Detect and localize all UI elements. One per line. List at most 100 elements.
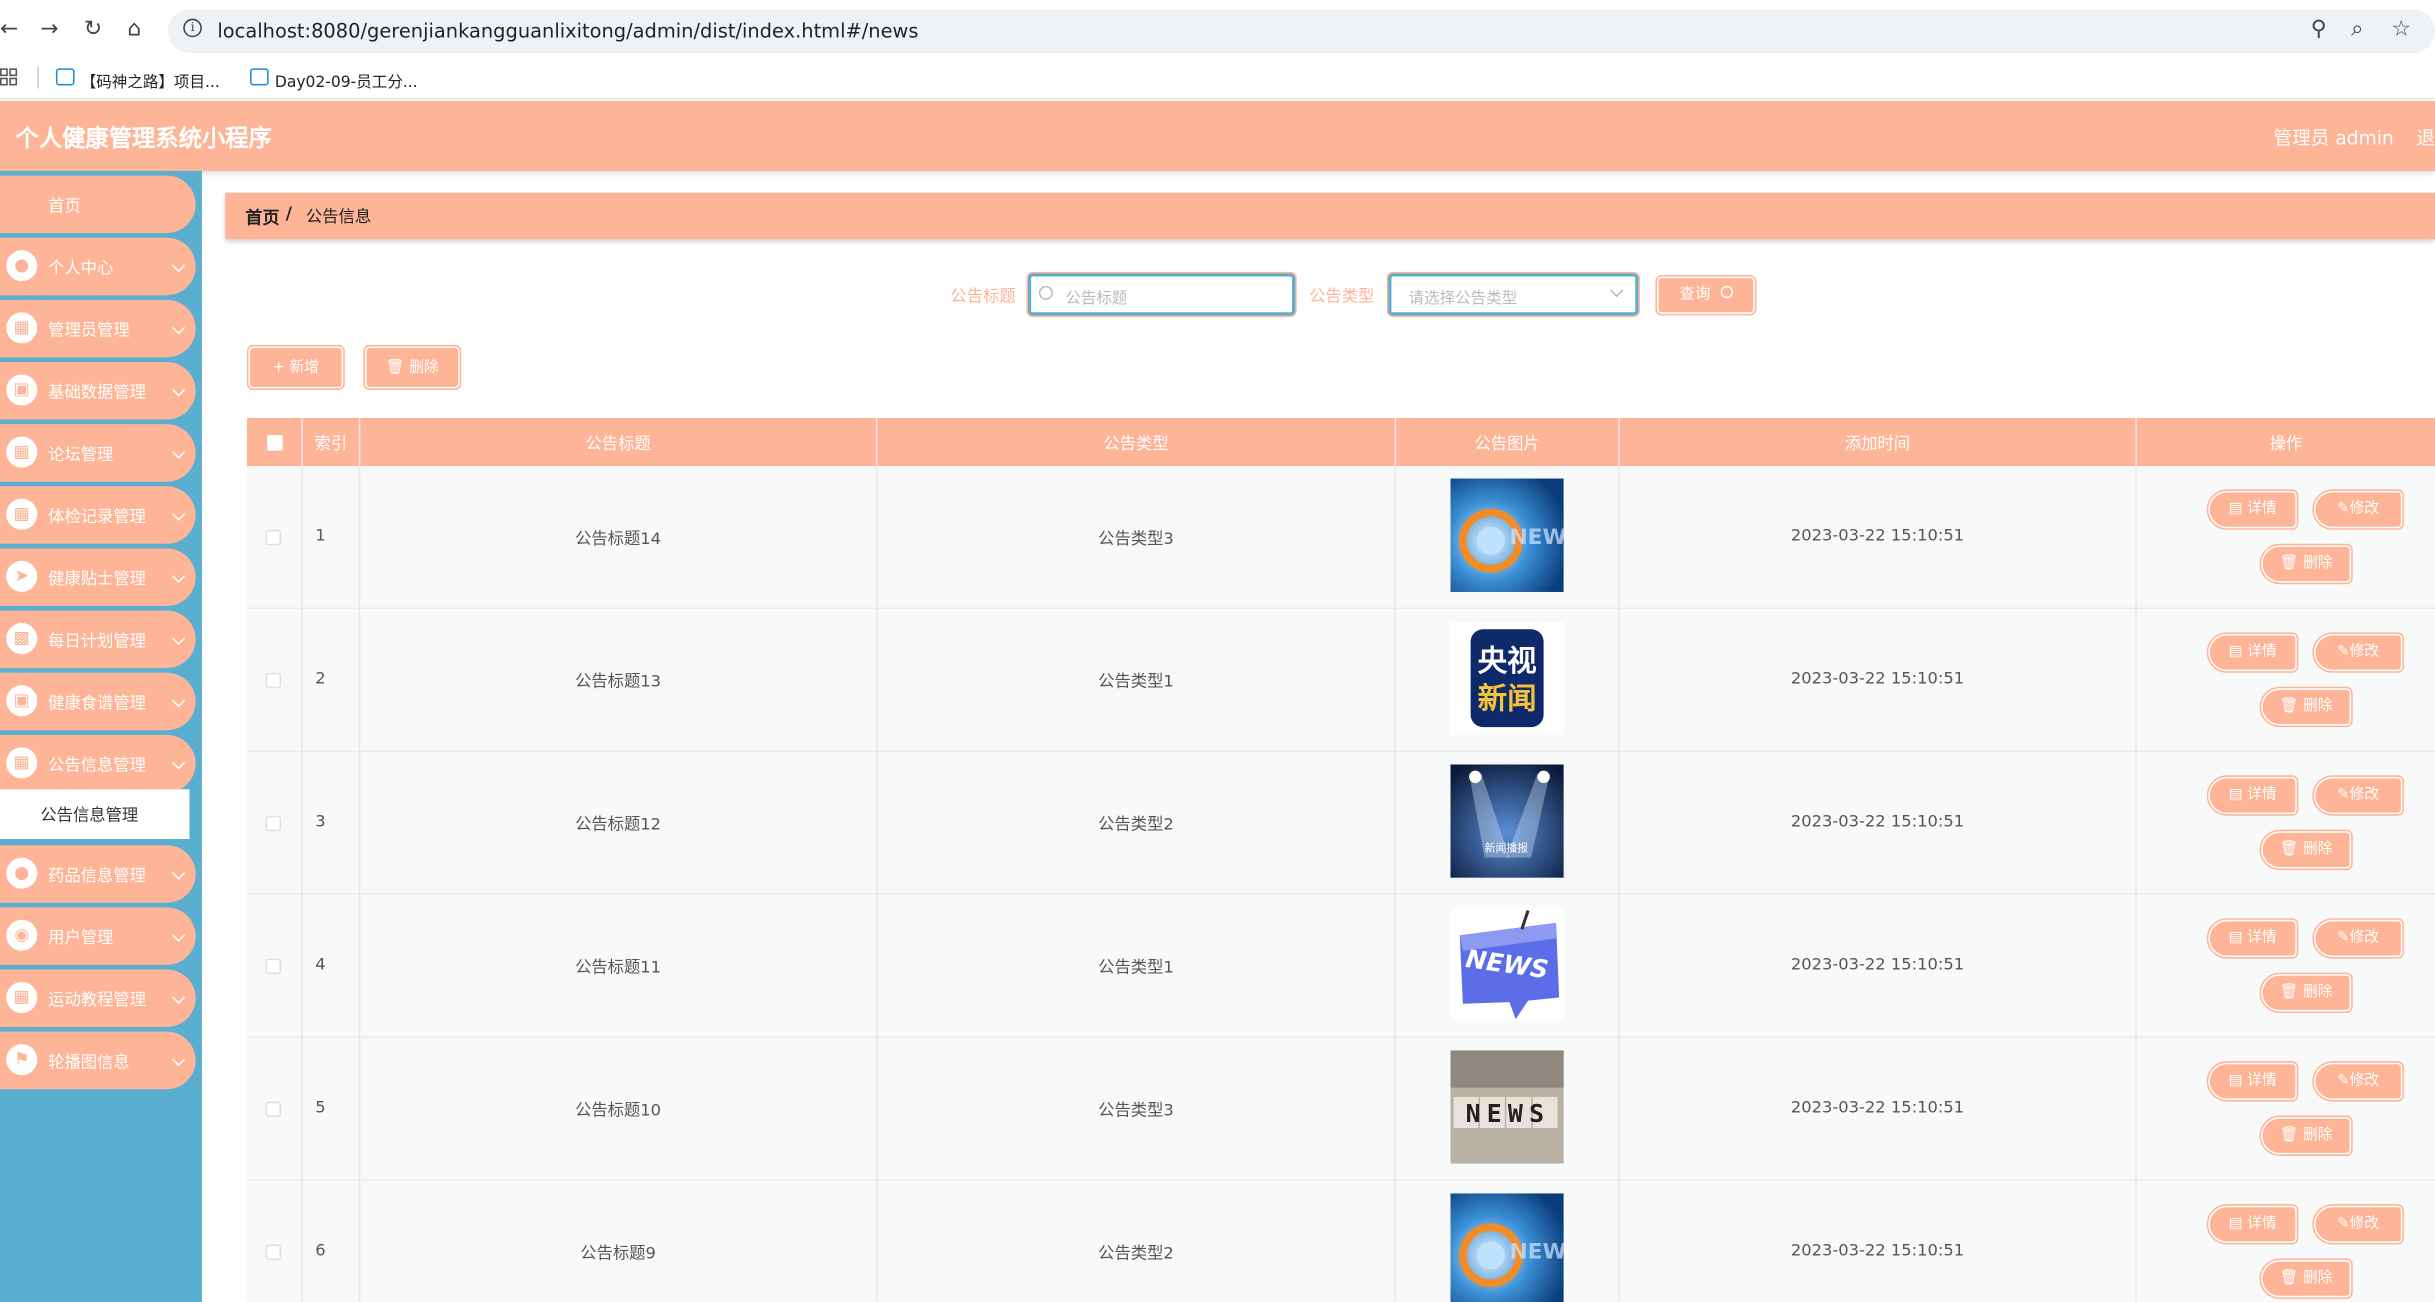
url-text[interactable]: localhost:8080/gerenjiankangguanlixitong… (217, 19, 918, 42)
logout-link[interactable]: 退 (2416, 124, 2435, 150)
row-image[interactable]: NEWS (1450, 907, 1564, 1021)
delete-button[interactable]: 🗑 删除 (2259, 829, 2353, 871)
forward-icon[interactable]: → (40, 17, 58, 42)
edit-label[interactable]: 修改 (2350, 786, 2380, 803)
edit-label[interactable]: 修改 (2350, 1215, 2380, 1232)
row-checkbox[interactable] (265, 1244, 282, 1261)
edit-button[interactable]: ✎修改 (2312, 632, 2404, 673)
edit-label[interactable]: 修改 (2350, 929, 2380, 946)
delete-label[interactable]: 删除 (2303, 1269, 2333, 1286)
sidebar-item-label[interactable]: 基础数据管理 (48, 381, 146, 404)
detail-button[interactable]: ▤ 详情 (2206, 1061, 2299, 1102)
batch-delete-label[interactable]: 删除 (409, 359, 439, 376)
detail-label[interactable]: 详情 (2247, 1215, 2277, 1232)
row-image[interactable]: NEWS (1450, 1193, 1564, 1302)
sidebar-item-basic-data[interactable]: ▣ 基础数据管理 (0, 362, 196, 420)
query-button[interactable]: 查询 (1655, 275, 1757, 316)
edit-button[interactable]: ✎修改 (2312, 918, 2404, 959)
type-select-placeholder[interactable]: 请选择公告类型 (1409, 284, 1518, 308)
row-checkbox[interactable] (265, 1101, 282, 1118)
sidebar-item-home[interactable]: 首页 (0, 175, 196, 234)
delete-label[interactable]: 删除 (2303, 983, 2333, 1000)
row-image[interactable]: 央视 新闻 (1450, 621, 1564, 735)
sidebar-item-label[interactable]: 健康食谱管理 (48, 691, 146, 714)
detail-button[interactable]: ▤ 详情 (2206, 632, 2299, 673)
reload-icon[interactable]: ↻ (84, 17, 102, 42)
row-image[interactable]: NEWS (1450, 1050, 1564, 1164)
row-checkbox[interactable] (265, 958, 282, 975)
sidebar-item-user-manage[interactable]: ◉ 用户管理 (0, 907, 196, 965)
back-icon[interactable]: ← (0, 17, 18, 42)
delete-button[interactable]: 🗑 删除 (2259, 543, 2353, 585)
breadcrumb-home[interactable]: 首页 (245, 205, 279, 230)
detail-button[interactable]: ▤ 详情 (2206, 918, 2299, 959)
bookmark-1[interactable]: 【码神之路】项目... (81, 68, 220, 92)
delete-label[interactable]: 删除 (2303, 555, 2333, 572)
delete-button[interactable]: 🗑 删除 (2259, 972, 2353, 1014)
sidebar-item-medicine-info[interactable]: ● 药品信息管理 (0, 845, 196, 903)
delete-label[interactable]: 删除 (2303, 698, 2333, 715)
edit-button[interactable]: ✎修改 (2312, 489, 2404, 530)
zoom-icon[interactable]: ⌕ (2351, 17, 2363, 42)
sidebar-item-label[interactable]: 管理员管理 (48, 319, 130, 342)
sidebar-item-label[interactable]: 每日计划管理 (48, 629, 146, 652)
sidebar-item-notice-info[interactable]: ▦ 公告信息管理 (0, 734, 196, 793)
apps-grid-icon[interactable] (0, 68, 19, 87)
sidebar-item-health-tips[interactable]: ➤ 健康贴士管理 (0, 548, 196, 606)
row-checkbox[interactable] (265, 672, 282, 689)
admin-manage-icon: ▦ (6, 312, 38, 344)
delete-label[interactable]: 删除 (2303, 841, 2333, 858)
select-all-checkbox[interactable] (267, 435, 283, 451)
home-icon[interactable]: ⌂ (127, 17, 141, 42)
bookmark-star-icon[interactable]: ☆ (2392, 17, 2412, 42)
edit-button[interactable]: ✎修改 (2312, 1204, 2404, 1245)
sidebar-item-label[interactable]: 轮播图信息 (48, 1050, 130, 1073)
edit-label[interactable]: 修改 (2350, 1072, 2380, 1089)
edit-label[interactable]: 修改 (2350, 643, 2380, 660)
sidebar-item-label[interactable]: 药品信息管理 (48, 864, 146, 887)
site-info-icon[interactable]: i (183, 18, 202, 38)
edit-button[interactable]: ✎修改 (2312, 1061, 2404, 1102)
sidebar-item-exercise-tutorial[interactable]: ▦ 运动教程管理 (0, 969, 196, 1027)
detail-label[interactable]: 详情 (2247, 643, 2277, 660)
add-button[interactable]: + 新增 (246, 344, 345, 390)
sidebar-item-daily-plan[interactable]: ▩ 每日计划管理 (0, 610, 196, 669)
sidebar-item-personal-center[interactable]: ● 个人中心 (0, 237, 196, 296)
delete-button[interactable]: 🗑 删除 (2259, 686, 2353, 728)
detail-label[interactable]: 详情 (2247, 500, 2277, 517)
batch-delete-button[interactable]: 🗑 删除 (363, 344, 462, 390)
sidebar-item-health-recipe[interactable]: ▣ 健康食谱管理 (0, 672, 196, 731)
delete-label[interactable]: 删除 (2303, 1126, 2333, 1143)
sidebar-item-label[interactable]: 健康贴士管理 (48, 567, 146, 590)
sidebar-item-exam-record[interactable]: ▦ 体检记录管理 (0, 486, 196, 544)
sidebar-item-label[interactable]: 公告信息管理 (48, 754, 146, 777)
bookmark-2[interactable]: Day02-09-员工分... (275, 68, 418, 92)
detail-label[interactable]: 详情 (2247, 929, 2277, 946)
row-checkbox[interactable] (265, 815, 282, 832)
query-label[interactable]: 查询 (1679, 286, 1710, 303)
row-checkbox[interactable] (265, 529, 282, 546)
sidebar-subitem-label[interactable]: 公告信息管理 (40, 803, 138, 826)
delete-button[interactable]: 🗑 删除 (2259, 1258, 2353, 1299)
detail-label[interactable]: 详情 (2247, 1072, 2277, 1089)
title-search-placeholder[interactable]: 公告标题 (1065, 284, 1127, 308)
detail-button[interactable]: ▤ 详情 (2206, 489, 2299, 530)
sidebar-item-forum[interactable]: ▦ 论坛管理 (0, 424, 196, 482)
sidebar-item-label[interactable]: 用户管理 (48, 926, 113, 949)
row-image[interactable]: 新闻播报 (1450, 764, 1564, 878)
sidebar-item-label[interactable]: 体检记录管理 (48, 505, 146, 528)
sidebar-item-label[interactable]: 论坛管理 (48, 443, 113, 466)
password-key-icon[interactable]: ⚲ (2311, 17, 2327, 42)
delete-button[interactable]: 🗑 删除 (2259, 1115, 2353, 1156)
detail-button[interactable]: ▤ 详情 (2206, 1204, 2299, 1245)
detail-button[interactable]: ▤ 详情 (2206, 775, 2299, 816)
detail-label[interactable]: 详情 (2247, 786, 2277, 803)
sidebar-item-carousel-info[interactable]: ⚑ 轮播图信息 (0, 1031, 196, 1090)
edit-label[interactable]: 修改 (2350, 500, 2380, 517)
sidebar-item-label[interactable]: 首页 (48, 194, 81, 217)
sidebar-item-label[interactable]: 个人中心 (48, 256, 113, 279)
sidebar-item-admin-manage[interactable]: ▦ 管理员管理 (0, 299, 196, 358)
sidebar-item-label[interactable]: 运动教程管理 (48, 988, 146, 1011)
row-image[interactable]: NEWS (1450, 478, 1564, 592)
edit-button[interactable]: ✎修改 (2312, 775, 2404, 816)
